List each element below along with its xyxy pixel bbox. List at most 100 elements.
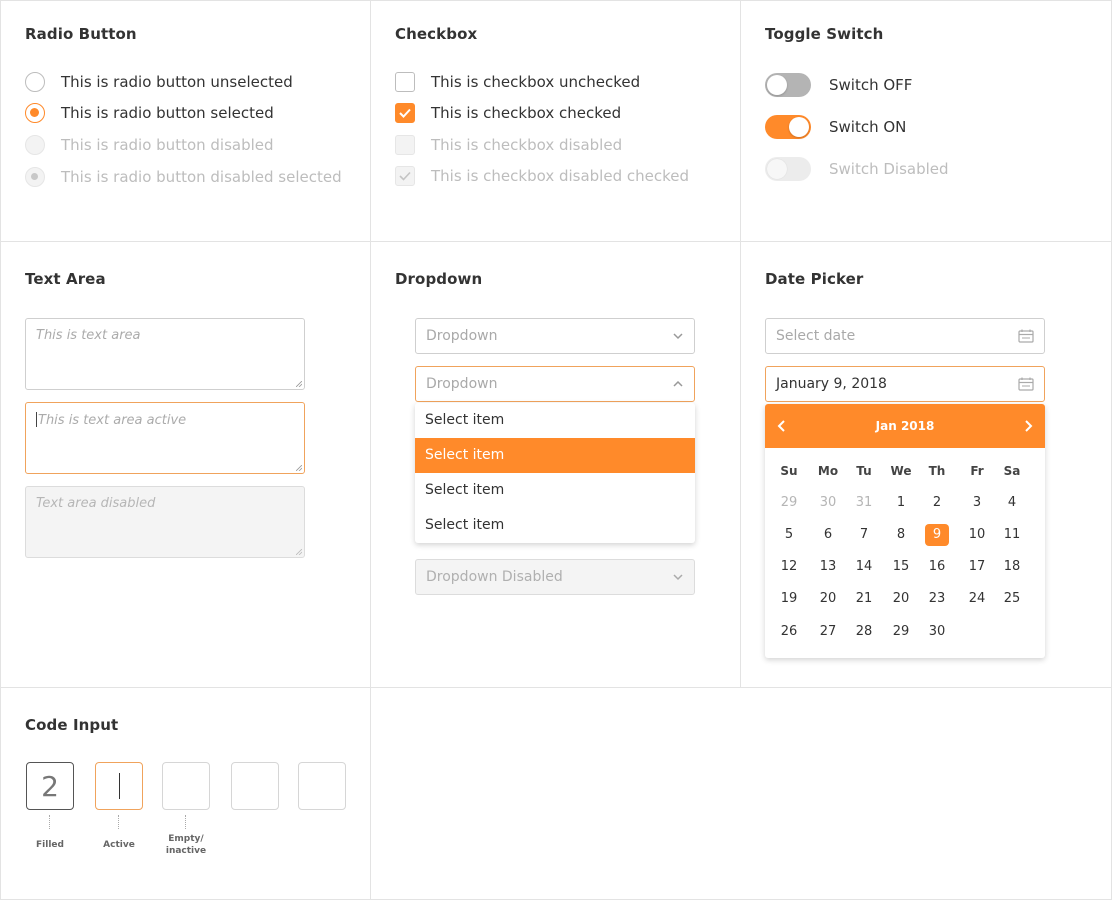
calendar-weekday: Mo <box>817 464 839 478</box>
annotation-connector <box>185 815 187 829</box>
calendar-weekday: Sa <box>1003 464 1021 478</box>
calendar-day[interactable]: 17 <box>965 556 989 578</box>
calendar-day[interactable]: 24 <box>965 588 989 610</box>
checkbox-option-label: This is checkbox unchecked <box>431 73 641 91</box>
text-area-disabled: Text area disabled <box>25 486 305 558</box>
text-area-active[interactable]: This is text area active <box>25 402 305 474</box>
calendar-day[interactable]: 31 <box>852 492 876 514</box>
text-area-panel: Text Area This is text area This is text… <box>0 241 371 688</box>
radio-option-label: This is radio button selected <box>61 104 274 122</box>
chevron-down-icon <box>673 574 683 581</box>
resize-handle-icon[interactable] <box>296 465 302 471</box>
checkbox-option-unchecked[interactable]: This is checkbox unchecked <box>395 72 640 92</box>
radio-button-panel: Radio Button This is radio button unsele… <box>0 0 371 242</box>
toggle-row-off: Switch OFF <box>765 73 912 97</box>
calendar-icon[interactable] <box>1018 329 1034 343</box>
calendar-day[interactable]: 8 <box>889 524 913 546</box>
toggle-switch-off[interactable] <box>765 73 811 97</box>
code-label-empty-line2: inactive <box>165 846 207 856</box>
dropdown-title: Dropdown <box>395 270 483 288</box>
calendar-day[interactable]: 27 <box>816 621 840 643</box>
checkbox-option-label: This is checkbox disabled <box>431 136 623 154</box>
calendar-day[interactable]: 28 <box>852 621 876 643</box>
dropdown-menu-item[interactable]: Select item <box>415 473 695 508</box>
calendar-day[interactable]: 12 <box>777 556 801 578</box>
radio-option-unselected[interactable]: This is radio button unselected <box>25 72 293 92</box>
resize-handle-icon[interactable] <box>296 381 302 387</box>
calendar-day[interactable]: 10 <box>965 524 989 546</box>
dropdown-menu-item-selected[interactable]: Select item <box>415 438 695 473</box>
toggle-label: Switch Disabled <box>829 160 949 178</box>
calendar-day[interactable]: 13 <box>816 556 840 578</box>
calendar-day[interactable]: 23 <box>925 588 949 610</box>
empty-panel <box>370 687 1112 900</box>
date-input-filled[interactable]: January 9, 2018 <box>765 366 1045 402</box>
calendar-day[interactable]: 7 <box>852 524 876 546</box>
text-area-default[interactable]: This is text area <box>25 318 305 390</box>
calendar-day[interactable]: 30 <box>816 492 840 514</box>
dropdown-menu-item[interactable]: Select item <box>415 508 695 543</box>
radio-disabled-selected-icon <box>25 167 45 187</box>
calendar-day[interactable]: 21 <box>852 588 876 610</box>
text-caret <box>36 412 37 427</box>
calendar-day[interactable]: 26 <box>777 621 801 643</box>
chevron-left-icon[interactable] <box>773 417 791 435</box>
date-input-value: January 9, 2018 <box>776 376 887 392</box>
calendar-day[interactable]: 4 <box>1000 492 1024 514</box>
annotation-connector <box>118 815 120 829</box>
calendar-day[interactable]: 25 <box>1000 588 1024 610</box>
calendar-day[interactable]: 6 <box>816 524 840 546</box>
calendar-day-selected[interactable]: 9 <box>925 524 949 546</box>
calendar-day[interactable]: 1 <box>889 492 913 514</box>
calendar-day[interactable]: 14 <box>852 556 876 578</box>
calendar-day[interactable]: 5 <box>777 524 801 546</box>
calendar-month-label: Jan 2018 <box>875 419 935 433</box>
calendar-day[interactable]: 29 <box>889 621 913 643</box>
dropdown-placeholder: Dropdown <box>426 376 498 392</box>
code-box-empty[interactable] <box>231 762 279 810</box>
radio-option-disabled: This is radio button disabled <box>25 135 274 155</box>
calendar-day[interactable]: 18 <box>1000 556 1024 578</box>
calendar-day[interactable]: 20 <box>816 588 840 610</box>
radio-option-selected[interactable]: This is radio button selected <box>25 103 274 123</box>
toggle-switch-on[interactable] <box>765 115 811 139</box>
text-area-placeholder: This is text area active <box>38 413 187 428</box>
chevron-right-icon[interactable] <box>1019 417 1037 435</box>
calendar-day[interactable]: 11 <box>1000 524 1024 546</box>
toggle-switch-panel: Toggle Switch Switch OFF Switch ON Switc… <box>740 0 1112 242</box>
text-area-placeholder: This is text area <box>36 328 141 343</box>
toggle-row-disabled: Switch Disabled <box>765 157 949 181</box>
code-label-empty-line1: Empty/ <box>168 834 204 844</box>
radio-option-label: This is radio button disabled selected <box>61 168 342 186</box>
dropdown-menu: Select item Select item Select item Sele… <box>415 403 695 543</box>
calendar-day[interactable]: 30 <box>925 621 949 643</box>
toggle-switch-disabled <box>765 157 811 181</box>
calendar-weekday: Fr <box>970 464 984 478</box>
toggle-row-on: Switch ON <box>765 115 906 139</box>
dropdown-menu-item[interactable]: Select item <box>415 403 695 438</box>
code-box-empty[interactable] <box>162 762 210 810</box>
radio-selected-icon <box>25 103 45 123</box>
calendar-weekday: Th <box>928 464 946 478</box>
calendar-day[interactable]: 19 <box>777 588 801 610</box>
calendar-day[interactable]: 29 <box>777 492 801 514</box>
dropdown-placeholder: Dropdown Disabled <box>426 569 563 585</box>
calendar-day[interactable]: 16 <box>925 556 949 578</box>
code-box-filled[interactable]: 2 <box>26 762 74 810</box>
calendar-day[interactable]: 15 <box>889 556 913 578</box>
date-input-empty[interactable]: Select date <box>765 318 1045 354</box>
code-box-empty[interactable] <box>298 762 346 810</box>
calendar-day[interactable]: 20 <box>889 588 913 610</box>
dropdown-panel: Dropdown Dropdown Dropdown Select item S… <box>370 241 741 688</box>
checkbox-option-checked[interactable]: This is checkbox checked <box>395 103 621 123</box>
calendar-day[interactable]: 3 <box>965 492 989 514</box>
checkbox-option-label: This is checkbox checked <box>431 104 622 122</box>
dropdown-closed[interactable]: Dropdown <box>415 318 695 354</box>
dropdown-open[interactable]: Dropdown <box>415 366 695 402</box>
toggle-label: Switch OFF <box>829 76 913 94</box>
date-picker-title: Date Picker <box>765 270 864 288</box>
calendar-day[interactable]: 2 <box>925 492 949 514</box>
calendar-icon[interactable] <box>1018 377 1034 391</box>
code-box-active[interactable] <box>95 762 143 810</box>
annotation-connector <box>49 815 51 829</box>
